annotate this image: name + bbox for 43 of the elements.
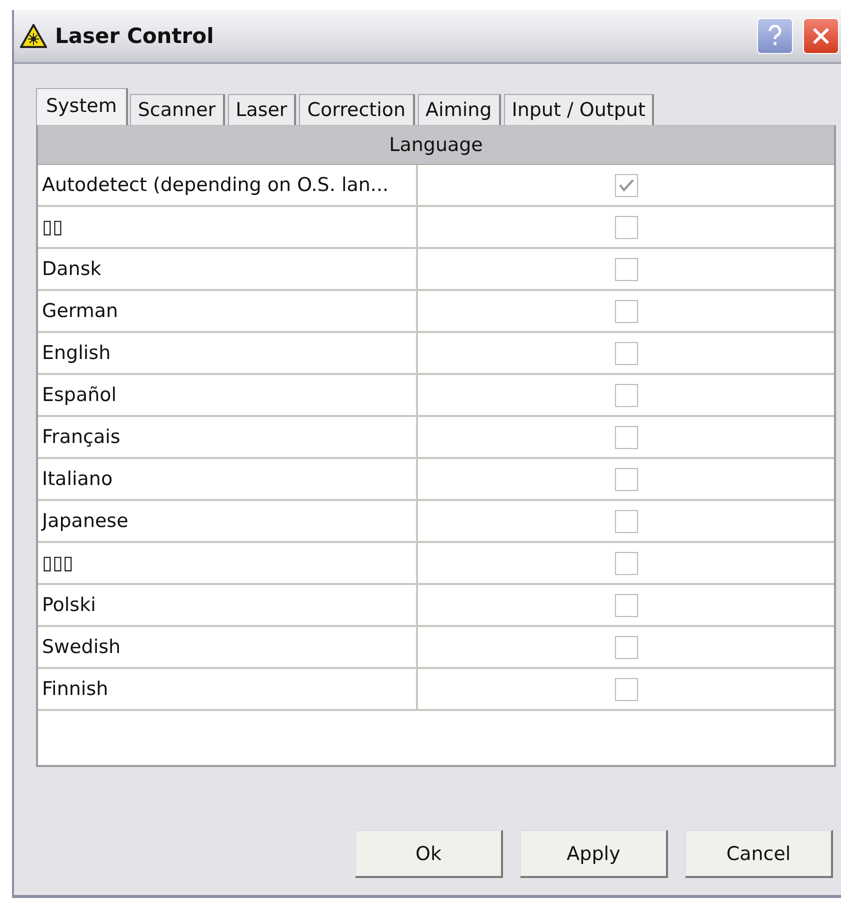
table-cell: Français (38, 417, 418, 459)
dialog-button[interactable]: Cancel (685, 830, 833, 878)
checkbox[interactable] (614, 216, 638, 238)
table-cell: Swedish (38, 627, 418, 669)
table-cell: Español (38, 375, 418, 417)
table-cell: ▯▯▯ (38, 543, 418, 585)
dialog-button[interactable]: Apply (520, 830, 668, 878)
table-cell: ▯▯ (38, 207, 418, 249)
checkbox[interactable] (614, 426, 638, 448)
checkbox[interactable] (614, 636, 638, 658)
close-icon (811, 26, 831, 46)
checkbox[interactable] (614, 258, 638, 280)
table-cell: Autodetect (depending on O.S. lan... (38, 165, 418, 207)
checkbox[interactable] (614, 468, 638, 490)
table-cell: Finnish (38, 669, 418, 711)
checkbox[interactable] (614, 678, 638, 700)
checkbox[interactable] (614, 594, 638, 616)
close-button[interactable] (803, 18, 839, 54)
table-cell: Japanese (38, 501, 418, 543)
checkbox[interactable] (614, 552, 638, 574)
help-button[interactable] (757, 18, 793, 54)
tab[interactable]: Correction (299, 94, 415, 125)
checkbox[interactable] (614, 174, 638, 196)
table-cell: English (38, 333, 418, 375)
question-mark-icon (768, 25, 782, 47)
laser-warning-icon (20, 24, 47, 48)
tab[interactable]: Scanner (130, 94, 225, 125)
checkmark-icon (618, 178, 634, 192)
dialog-button[interactable]: Ok (355, 830, 503, 878)
checkbox[interactable] (614, 384, 638, 406)
checkbox[interactable] (614, 300, 638, 322)
window-title: Laser Control (55, 24, 215, 48)
table-cell: Italiano (38, 459, 418, 501)
checkbox[interactable] (614, 510, 638, 532)
tab[interactable]: Input / Output (504, 94, 654, 125)
tab[interactable]: System (36, 88, 128, 125)
tab[interactable]: Aiming (418, 94, 501, 125)
tab[interactable]: Laser (228, 94, 296, 125)
checkbox[interactable] (614, 342, 638, 364)
column-header: Language (38, 126, 834, 165)
table-cell: German (38, 291, 418, 333)
table-cell: Dansk (38, 249, 418, 291)
table-cell: Polski (38, 585, 418, 627)
